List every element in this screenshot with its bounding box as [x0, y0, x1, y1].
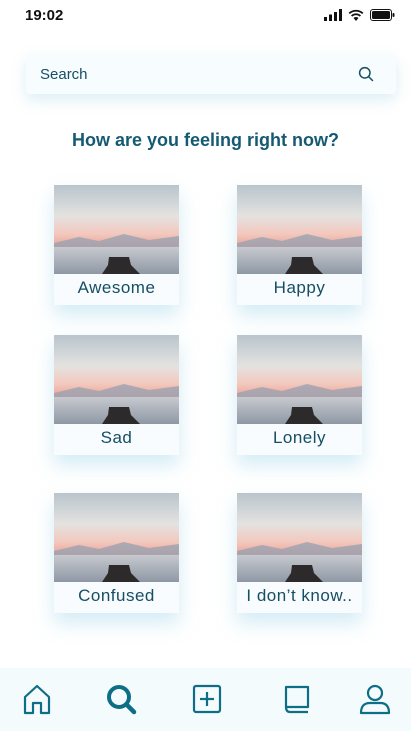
mood-label: Confused — [78, 586, 155, 605]
add-square-icon[interactable] — [190, 682, 224, 716]
search-nav-icon[interactable] — [104, 682, 138, 716]
signal-icon — [324, 9, 342, 21]
mood-label: Happy — [273, 278, 326, 297]
mood-label: Sad — [100, 428, 133, 447]
profile-icon[interactable] — [358, 682, 392, 716]
mood-photo — [54, 493, 179, 582]
search-input[interactable]: Search — [40, 66, 88, 83]
status-time: 19:02 — [25, 7, 64, 24]
mood-photo — [237, 335, 362, 424]
wifi-icon — [348, 9, 364, 21]
search-icon[interactable] — [358, 66, 374, 82]
journal-icon[interactable] — [280, 682, 314, 716]
mood-card-happy[interactable]: Happy — [237, 185, 362, 305]
status-bar: 19:02 — [0, 0, 411, 32]
mood-label: Awesome — [77, 278, 156, 297]
bottom-nav — [0, 668, 411, 731]
mood-card-confused[interactable]: Confused — [54, 493, 179, 613]
mood-card-awesome[interactable]: Awesome — [54, 185, 179, 305]
mood-photo — [54, 185, 179, 274]
mood-card-lonely[interactable]: Lonely — [237, 335, 362, 455]
page-title: How are you feeling right now? — [71, 130, 339, 150]
mood-photo — [237, 493, 362, 582]
mood-label: Lonely — [272, 428, 327, 447]
mood-photo — [237, 185, 362, 274]
mood-card-sad[interactable]: Sad — [54, 335, 179, 455]
mood-label: I don’t know.. — [246, 586, 353, 605]
mood-card-dont-know[interactable]: I don’t know.. — [237, 493, 362, 613]
search-bar[interactable]: Search — [26, 54, 396, 94]
mood-photo — [54, 335, 179, 424]
battery-icon — [370, 9, 395, 21]
status-icons — [324, 9, 395, 21]
home-icon[interactable] — [20, 682, 54, 716]
